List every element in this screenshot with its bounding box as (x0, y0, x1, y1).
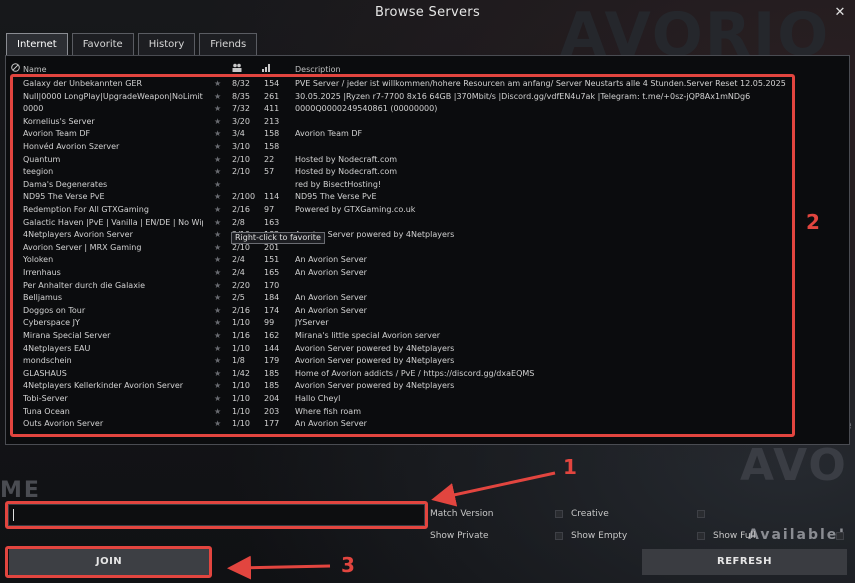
creative-checkbox[interactable] (555, 510, 563, 518)
annotation-number-1: 1 (563, 455, 577, 479)
annotation-box-server-list (10, 74, 795, 437)
annotation-number-3: 3 (341, 553, 355, 577)
tab-bar: Internet Favorite History Friends (6, 33, 258, 55)
dialog-title: Browse Servers (374, 5, 481, 20)
show-private-label: Show Private (430, 531, 489, 541)
show-empty-label: Show Empty (571, 531, 628, 541)
annotation-box-name-input (5, 501, 428, 529)
players-icon[interactable] (232, 63, 242, 74)
show-empty-checkbox[interactable] (555, 532, 563, 540)
column-header-description[interactable]: Description (295, 65, 341, 74)
match-version-label: Match Version (430, 509, 494, 519)
tab-friends[interactable]: Friends (199, 33, 258, 55)
show-full-label: Show Full (713, 531, 756, 541)
refresh-button[interactable]: REFRESH (642, 549, 847, 575)
show-full-checkbox[interactable] (697, 532, 705, 540)
annotation-number-2: 2 (806, 210, 820, 234)
creative-label: Creative (571, 509, 609, 519)
tab-internet[interactable]: Internet (6, 33, 68, 55)
filter-checkbox-6[interactable] (836, 532, 844, 540)
close-icon[interactable]: ✕ (833, 6, 847, 20)
column-header-name[interactable]: Name (23, 65, 47, 74)
lock-column-icon (11, 63, 20, 74)
tab-favorite[interactable]: Favorite (71, 33, 134, 55)
tab-history[interactable]: History (137, 33, 196, 55)
ping-icon[interactable] (262, 63, 272, 74)
filter-checkbox-3[interactable] (697, 510, 705, 518)
annotation-box-join (5, 546, 212, 578)
